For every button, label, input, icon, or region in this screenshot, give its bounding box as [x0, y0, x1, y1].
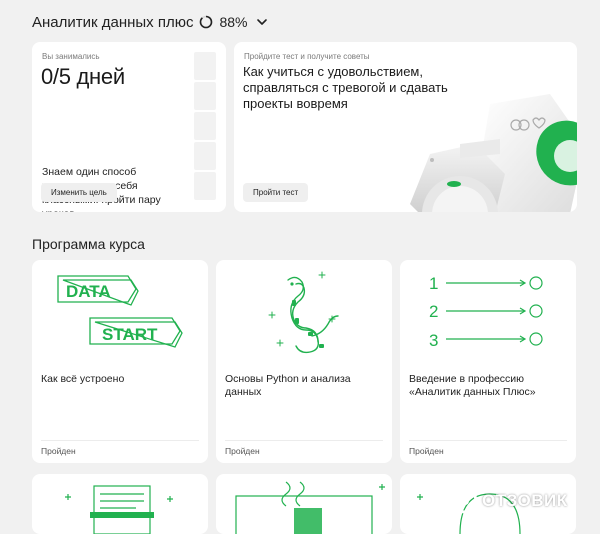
weekly-progress-card: Вы занимались 0/5 дней Знаем один способ…	[32, 42, 226, 212]
document-illustration	[65, 485, 173, 534]
progress-ring-icon	[200, 15, 213, 29]
data-start-illustration: DATA START	[57, 275, 183, 348]
divider	[409, 440, 567, 441]
course-card-title: Введение в профессию «Аналитик данных Пл…	[409, 373, 536, 398]
course-status: Пройден	[41, 446, 76, 456]
step-number: 3	[429, 331, 438, 350]
course-progress-percent: 88%	[219, 14, 248, 30]
chevron-down-icon[interactable]	[256, 16, 268, 28]
days-counter: 0/5 дней	[41, 64, 125, 89]
step-number: 2	[429, 302, 438, 321]
course-card-title: Основы Python и анализа данных	[225, 373, 351, 398]
course-card[interactable]: Основы Python и анализа данных Пройден	[216, 260, 392, 463]
watermark-text: ОТЗОВИК	[482, 491, 568, 510]
day-cell	[194, 52, 216, 80]
test-promo-card[interactable]: Пройдите тест и получите советы Как учит…	[234, 42, 577, 212]
art-word-start: START	[102, 325, 158, 344]
step-number: 1	[429, 274, 438, 293]
course-status: Пройден	[225, 446, 260, 456]
test-illustration	[410, 94, 577, 212]
data-stack-illustration	[235, 481, 385, 534]
program-title: Программа курса	[32, 236, 145, 252]
watermark-logo-icon	[452, 488, 478, 514]
day-cell	[194, 112, 216, 140]
take-test-button[interactable]: Пройти тест	[243, 183, 309, 202]
art-word-data: DATA	[66, 282, 111, 301]
progress-label: Вы занимались	[42, 52, 100, 61]
day-cell	[194, 142, 216, 170]
watermark: ОТЗОВИК	[452, 488, 568, 514]
course-card[interactable]	[32, 474, 208, 534]
change-goal-button[interactable]: Изменить цель	[41, 183, 117, 202]
course-header[interactable]: Аналитик данных плюс 88%	[32, 12, 268, 32]
day-tracker	[194, 52, 216, 200]
course-card[interactable]: 1 2 3 Введение в профессию «Аналитик дан…	[400, 260, 576, 463]
course-card[interactable]	[216, 474, 392, 534]
test-label: Пройдите тест и получите советы	[244, 52, 370, 61]
python-snake-illustration	[268, 271, 339, 354]
course-status: Пройден	[409, 446, 444, 456]
course-card[interactable]: DATA START Как всё устроено Пройден	[32, 260, 208, 463]
day-cell	[194, 82, 216, 110]
course-card-title: Как всё устроено	[41, 373, 125, 385]
divider	[41, 440, 199, 441]
steps-illustration: 1 2 3	[429, 274, 543, 350]
day-cell	[194, 172, 216, 200]
divider	[225, 440, 383, 441]
course-title: Аналитик данных плюс	[32, 13, 194, 31]
